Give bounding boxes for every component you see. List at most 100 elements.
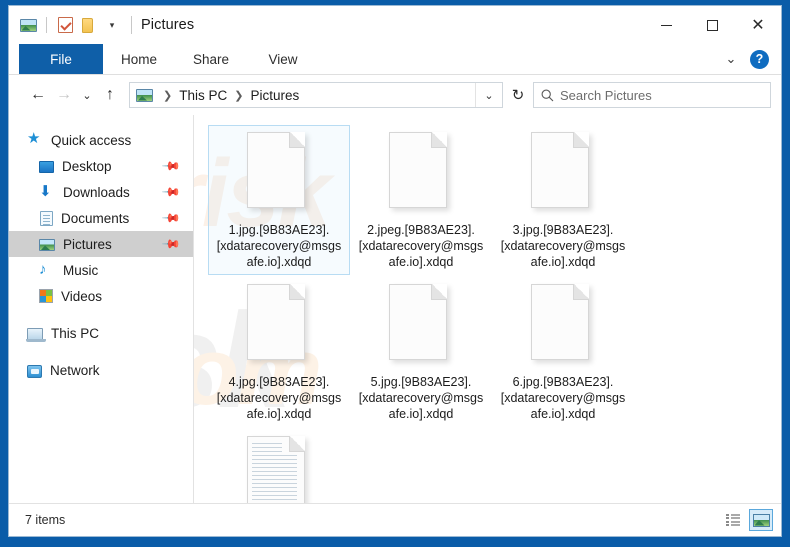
- pin-icon[interactable]: 📌: [161, 208, 181, 228]
- file-list-pane: 1.jpg.[9B83AE23].[xdatarecovery@msgsafe.…: [194, 115, 781, 503]
- item-count: 7 items: [25, 513, 66, 527]
- sidebar-item-quick-access[interactable]: ★ Quick access: [9, 127, 193, 153]
- explorer-body: PCrisk risk com ★ Quick access Desktop 📌…: [9, 115, 781, 503]
- file-name: 6.jpg.[9B83AE23].[xdatarecovery@msgsafe.…: [500, 375, 626, 421]
- quick-access-toolbar: ▾: [9, 14, 141, 36]
- tab-home[interactable]: Home: [103, 44, 175, 74]
- breadcrumb-pictures[interactable]: Pictures: [248, 88, 301, 103]
- sidebar-item-label: Pictures: [63, 236, 112, 252]
- sidebar-item-videos[interactable]: Videos: [9, 283, 193, 309]
- file-grid: 1.jpg.[9B83AE23].[xdatarecovery@msgsafe.…: [208, 125, 775, 503]
- sidebar-item-label: Documents: [61, 210, 130, 226]
- breadcrumb-pictures-icon: [136, 88, 153, 102]
- sidebar-item-pictures[interactable]: Pictures 📌: [9, 231, 193, 257]
- toolbar-divider: [46, 17, 47, 33]
- ribbon-tab-bar: File Home Share View ⌄ ?: [9, 44, 781, 75]
- details-view-icon: [726, 513, 740, 527]
- file-name: 5.jpg.[9B83AE23].[xdatarecovery@msgsafe.…: [358, 375, 484, 421]
- navigation-pane: ★ Quick access Desktop 📌 ⬇ Downloads 📌 D…: [9, 115, 193, 503]
- file-name: 3.jpg.[9B83AE23].[xdatarecovery@msgsafe.…: [500, 223, 626, 269]
- sidebar-item-label: Downloads: [63, 184, 130, 200]
- back-button[interactable]: ←: [25, 82, 51, 108]
- tab-view[interactable]: View: [247, 44, 319, 74]
- up-button[interactable]: ↑: [97, 82, 123, 108]
- star-icon: ★: [27, 130, 41, 147]
- title-bar: ▾ Pictures ✕: [9, 6, 781, 44]
- new-folder-icon[interactable]: [76, 14, 98, 36]
- sidebar-item-label: Quick access: [51, 132, 132, 148]
- ribbon-right-controls: ⌄ ?: [722, 44, 781, 74]
- help-button[interactable]: ?: [750, 49, 769, 69]
- sidebar-item-label: Network: [50, 362, 100, 378]
- file-item[interactable]: 5.jpg.[9B83AE23].[xdatarecovery@msgsafe.…: [350, 277, 492, 427]
- sidebar-item-music[interactable]: ♪ Music: [9, 257, 193, 283]
- file-name: 1.jpg.[9B83AE23].[xdatarecovery@msgsafe.…: [216, 223, 342, 269]
- refresh-button[interactable]: ↻: [503, 82, 533, 108]
- search-box[interactable]: Search Pictures: [533, 82, 771, 108]
- file-name: 2.jpeg.[9B83AE23].[xdatarecovery@msgsafe…: [358, 223, 484, 269]
- downloads-icon: ⬇: [39, 183, 52, 200]
- pin-icon[interactable]: 📌: [161, 182, 181, 202]
- details-view-button[interactable]: [721, 509, 745, 531]
- address-dropdown-chevron-icon[interactable]: ⌄: [475, 83, 502, 107]
- file-item[interactable]: 6.jpg.[9B83AE23].[xdatarecovery@msgsafe.…: [492, 277, 634, 427]
- tab-file[interactable]: File: [19, 44, 103, 74]
- breadcrumb-this-pc[interactable]: This PC: [177, 88, 229, 103]
- window-controls: ✕: [643, 6, 781, 44]
- maximize-button[interactable]: [689, 6, 735, 44]
- file-icon-blank: [531, 284, 595, 364]
- sidebar-item-documents[interactable]: Documents 📌: [9, 205, 193, 231]
- view-buttons: [721, 509, 773, 531]
- tab-share[interactable]: Share: [175, 44, 247, 74]
- address-bar: ← → ⌄ ↑ ❯ This PC ❯ Pictures ⌄ ↻ Search …: [9, 75, 781, 115]
- breadcrumb[interactable]: ❯ This PC ❯ Pictures ⌄: [129, 82, 503, 108]
- close-button[interactable]: ✕: [735, 6, 781, 44]
- file-icon-text: [247, 436, 311, 503]
- file-item[interactable]: 2.jpeg.[9B83AE23].[xdatarecovery@msgsafe…: [350, 125, 492, 275]
- sidebar-item-network[interactable]: Network: [9, 357, 193, 383]
- search-input[interactable]: Search Pictures: [560, 88, 652, 103]
- sidebar-item-downloads[interactable]: ⬇ Downloads 📌: [9, 179, 193, 205]
- sidebar-item-label: Desktop: [62, 158, 112, 174]
- customize-chevron-icon[interactable]: ▾: [98, 14, 126, 36]
- pin-icon[interactable]: 📌: [161, 234, 181, 254]
- large-icons-view-button[interactable]: [749, 509, 773, 531]
- pictures-icon[interactable]: [17, 14, 39, 36]
- this-pc-icon: [26, 328, 46, 342]
- large-icons-view-icon: [752, 513, 770, 527]
- pin-icon[interactable]: 📌: [161, 156, 181, 176]
- breadcrumb-separator-1[interactable]: ❯: [158, 89, 177, 102]
- file-name: 4.jpg.[9B83AE23].[xdatarecovery@msgsafe.…: [216, 375, 342, 421]
- expand-ribbon-chevron-icon[interactable]: ⌄: [722, 50, 740, 68]
- documents-icon: [40, 210, 53, 226]
- properties-icon[interactable]: [54, 14, 76, 36]
- sidebar-item-label: This PC: [51, 325, 100, 341]
- file-icon-blank: [389, 132, 453, 212]
- window-title: Pictures: [141, 17, 195, 33]
- file-item[interactable]: 3.jpg.[9B83AE23].[xdatarecovery@msgsafe.…: [492, 125, 634, 275]
- pictures-icon: [39, 239, 55, 251]
- file-icon-blank: [247, 284, 311, 364]
- file-icon-blank: [389, 284, 453, 364]
- file-item[interactable]: readme-warning.txt: [208, 429, 350, 503]
- file-item[interactable]: 4.jpg.[9B83AE23].[xdatarecovery@msgsafe.…: [208, 277, 350, 427]
- videos-icon: [39, 289, 53, 303]
- screen: ▾ Pictures ✕ File Home Share View ⌄ ? ←: [0, 0, 790, 547]
- breadcrumb-separator-2[interactable]: ❯: [229, 89, 248, 102]
- sidebar-item-label: Music: [63, 262, 99, 278]
- music-icon: ♪: [39, 261, 47, 278]
- sidebar-item-this-pc[interactable]: This PC: [9, 320, 193, 346]
- file-explorer-window: ▾ Pictures ✕ File Home Share View ⌄ ? ←: [8, 5, 782, 537]
- search-icon: [534, 89, 560, 102]
- status-bar: 7 items: [9, 503, 781, 536]
- network-icon: [27, 364, 42, 378]
- toolbar-divider-2: [131, 16, 132, 34]
- minimize-button[interactable]: [643, 6, 689, 44]
- file-icon-blank: [531, 132, 595, 212]
- recent-locations-chevron-icon[interactable]: ⌄: [77, 82, 97, 108]
- desktop-icon: [39, 161, 54, 173]
- file-item[interactable]: 1.jpg.[9B83AE23].[xdatarecovery@msgsafe.…: [208, 125, 350, 275]
- sidebar-item-desktop[interactable]: Desktop 📌: [9, 153, 193, 179]
